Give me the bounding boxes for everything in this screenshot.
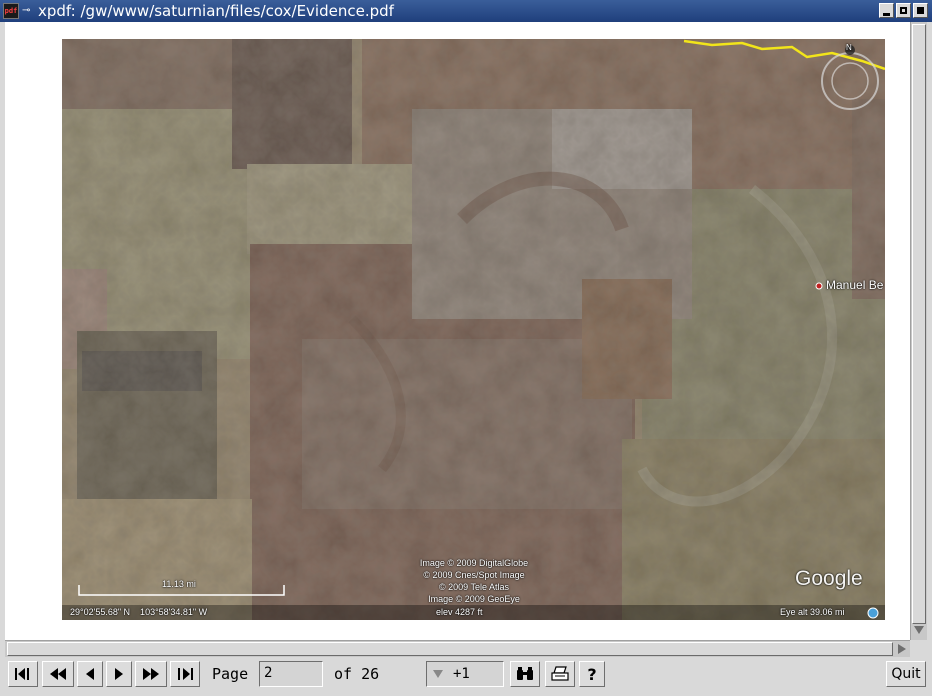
next-page-button[interactable] xyxy=(106,661,132,687)
zoom-select[interactable]: +1 xyxy=(426,661,504,687)
help-icon: ? xyxy=(587,664,597,684)
horizontal-scrollbar[interactable] xyxy=(5,640,910,657)
quit-label: Quit xyxy=(891,666,921,682)
attribution-line: Image © 2009 GeoEye xyxy=(428,594,520,604)
attribution-line: © 2009 Cnes/Spot Image xyxy=(423,570,525,580)
back-5-pages-button[interactable] xyxy=(42,661,74,687)
scroll-right-arrow-icon[interactable] xyxy=(898,644,906,654)
title-bar[interactable]: pdf ⊸ xpdf: /gw/www/saturnian/files/cox/… xyxy=(0,0,932,22)
eye-altitude-readout: Eye alt 39.06 mi xyxy=(780,607,845,617)
maximize-button[interactable] xyxy=(896,3,911,18)
forward-5-pages-button[interactable] xyxy=(135,661,167,687)
document-view[interactable]: N Manuel Be 11.13 mi Image © 2009 Digita… xyxy=(5,22,910,640)
previous-page-button[interactable] xyxy=(77,661,103,687)
help-button[interactable]: ? xyxy=(579,661,605,687)
horizontal-scroll-thumb[interactable] xyxy=(7,642,893,656)
attribution-line: © 2009 Tele Atlas xyxy=(438,582,509,592)
scroll-down-arrow-icon[interactable] xyxy=(914,626,924,634)
attribution-block: Image © 2009 DigitalGlobe © 2009 Cnes/Sp… xyxy=(414,557,534,605)
xpdf-app-icon[interactable]: pdf xyxy=(3,3,19,19)
scale-label: 11.13 mi xyxy=(162,579,196,589)
vertical-scrollbar[interactable] xyxy=(910,22,927,640)
place-label: Manuel Be xyxy=(826,278,884,292)
window-title: xpdf: /gw/www/saturnian/files/cox/Eviden… xyxy=(38,2,394,20)
last-page-icon xyxy=(178,668,193,680)
iconify-button[interactable] xyxy=(879,3,894,18)
satellite-map-image: N Manuel Be 11.13 mi Image © 2009 Digita… xyxy=(62,39,885,620)
vertical-scroll-thumb[interactable] xyxy=(912,24,926,624)
coordinates-readout: 29°02'55.68" N 103°58'34.81" W xyxy=(70,607,208,617)
next-page-icon xyxy=(115,668,123,680)
first-page-icon xyxy=(15,668,29,680)
forward-5-icon xyxy=(143,668,159,680)
prev-page-icon xyxy=(86,668,94,680)
quit-button[interactable]: Quit xyxy=(886,661,926,687)
find-button[interactable] xyxy=(510,661,540,687)
attribution-line: Image © 2009 DigitalGlobe xyxy=(419,558,529,568)
page-number-input[interactable]: 2 xyxy=(259,661,323,687)
compass-n-label: N xyxy=(846,43,852,52)
page-label: Page xyxy=(212,665,249,683)
window-menu-icon[interactable]: ⊸ xyxy=(22,4,34,18)
elevation-readout: elev 4287 ft xyxy=(436,607,483,617)
dropdown-arrow-icon xyxy=(433,670,443,678)
find-icon xyxy=(517,667,533,680)
close-button[interactable] xyxy=(913,3,928,18)
first-page-button[interactable] xyxy=(8,661,38,687)
toolbar: Page 2 of 26 +1 ? Quit xyxy=(0,657,932,696)
page-count-label: of 26 xyxy=(334,665,380,683)
zoom-value: +1 xyxy=(453,666,470,682)
print-icon xyxy=(551,666,569,681)
print-button[interactable] xyxy=(545,661,575,687)
back-5-icon xyxy=(50,668,66,680)
last-page-button[interactable] xyxy=(170,661,200,687)
google-logo: Google xyxy=(795,567,863,590)
